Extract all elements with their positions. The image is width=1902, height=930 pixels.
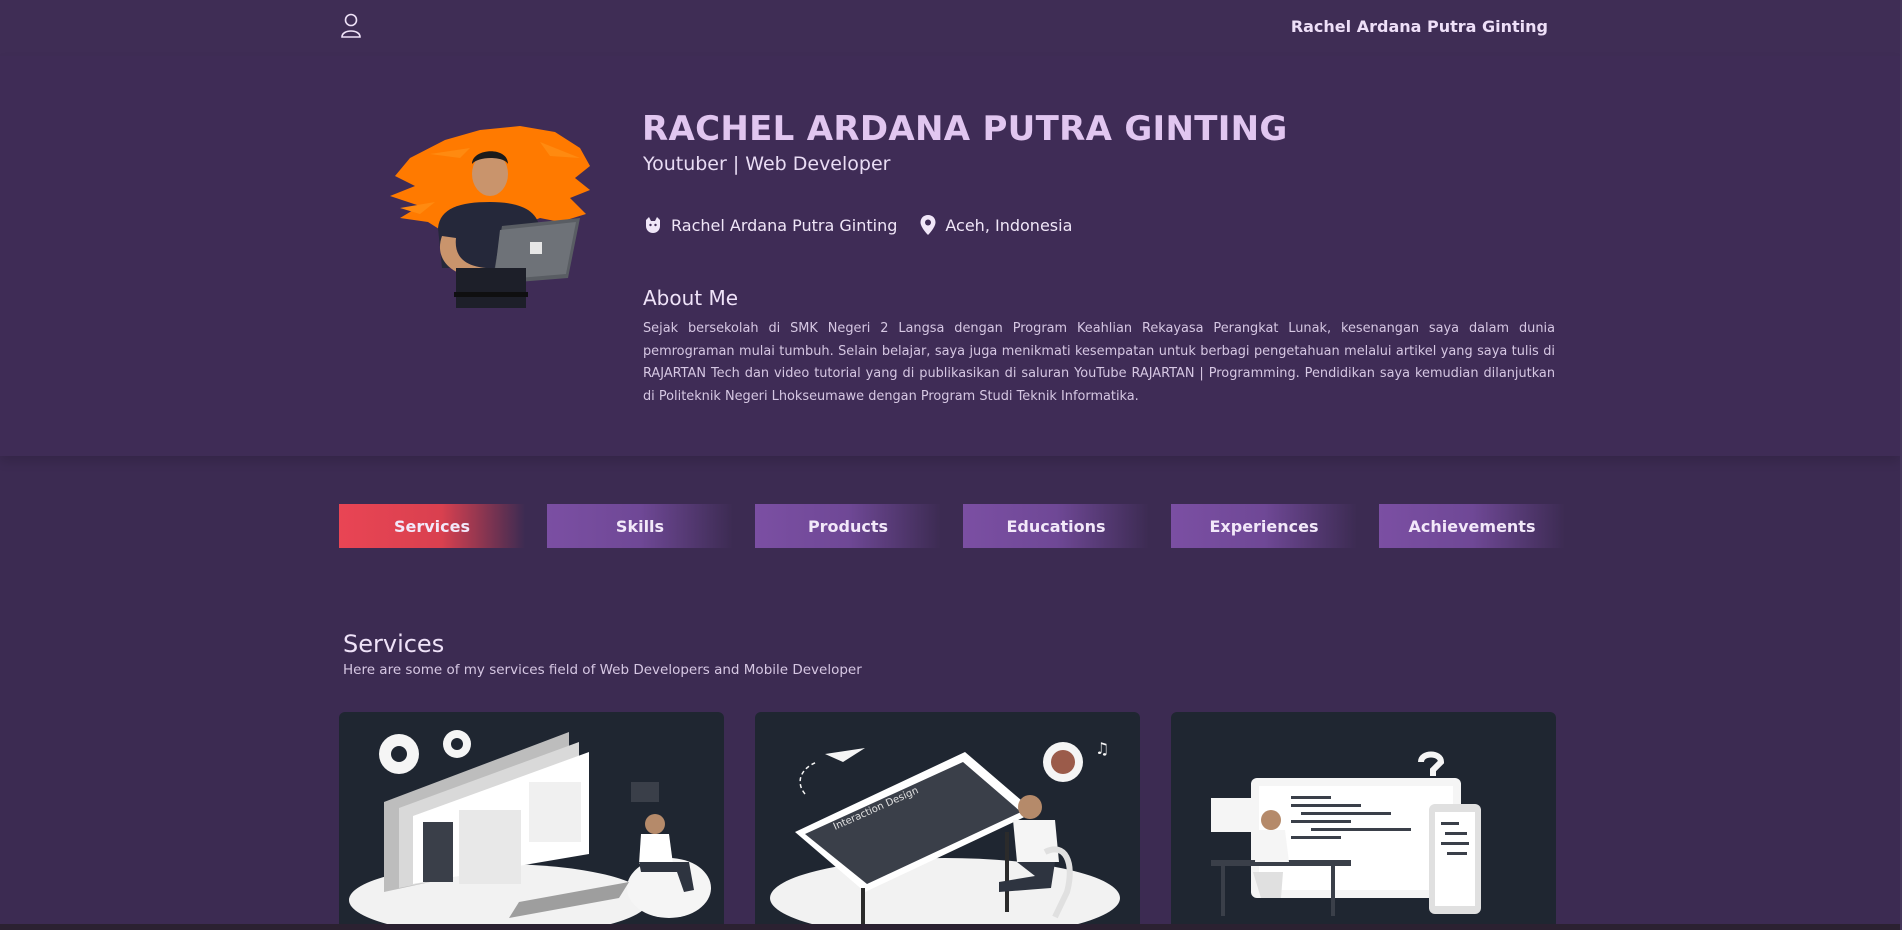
bottom-edge [0, 924, 1902, 930]
tab-achievements[interactable]: Achievements [1379, 504, 1565, 548]
service-card-design[interactable]: ♫ Interaction Design [755, 712, 1140, 930]
top-navbar: Rachel Ardana Putra Ginting [0, 0, 1900, 56]
tab-educations[interactable]: Educations [963, 504, 1149, 548]
location-label: Aceh, Indonesia [945, 215, 1073, 235]
service-card-mobile[interactable] [1171, 712, 1556, 930]
about-title: About Me [643, 286, 739, 310]
interaction-design-illustration: ♫ Interaction Design [770, 739, 1120, 930]
profile-hero: RACHEL ARDANA PUTRA GINTING Youtuber | W… [0, 56, 1900, 456]
location-pin-icon [920, 215, 936, 235]
profile-info: Rachel Ardana Putra Ginting Aceh, Indone… [643, 214, 1094, 236]
service-card-web[interactable] [339, 712, 724, 930]
user-icon[interactable] [339, 12, 363, 38]
github-icon [646, 217, 660, 233]
section-tabs: Services Skills Products Educations Expe… [339, 504, 1565, 548]
profile-photo [390, 126, 590, 308]
tab-services[interactable]: Services [339, 504, 525, 548]
brand-link[interactable]: Rachel Ardana Putra Ginting [1291, 17, 1548, 36]
services-title: Services [343, 630, 445, 658]
tab-skills[interactable]: Skills [547, 504, 733, 548]
services-subtitle: Here are some of my services field of We… [343, 662, 862, 678]
location: Aceh, Indonesia [919, 214, 1072, 236]
about-text: Sejak bersekolah di SMK Negeri 2 Langsa … [643, 321, 1555, 404]
github-label: Rachel Ardana Putra Ginting [671, 215, 898, 235]
profile-name: RACHEL ARDANA PUTRA GINTING [642, 109, 1288, 149]
tab-experiences[interactable]: Experiences [1171, 504, 1357, 548]
mobile-development-illustration [1211, 751, 1481, 916]
github-link[interactable]: Rachel Ardana Putra Ginting [643, 215, 897, 235]
web-development-illustration [349, 730, 711, 930]
svg-text:♫: ♫ [1095, 739, 1109, 758]
tab-products[interactable]: Products [755, 504, 941, 548]
profile-subtitle: Youtuber | Web Developer [643, 153, 891, 175]
